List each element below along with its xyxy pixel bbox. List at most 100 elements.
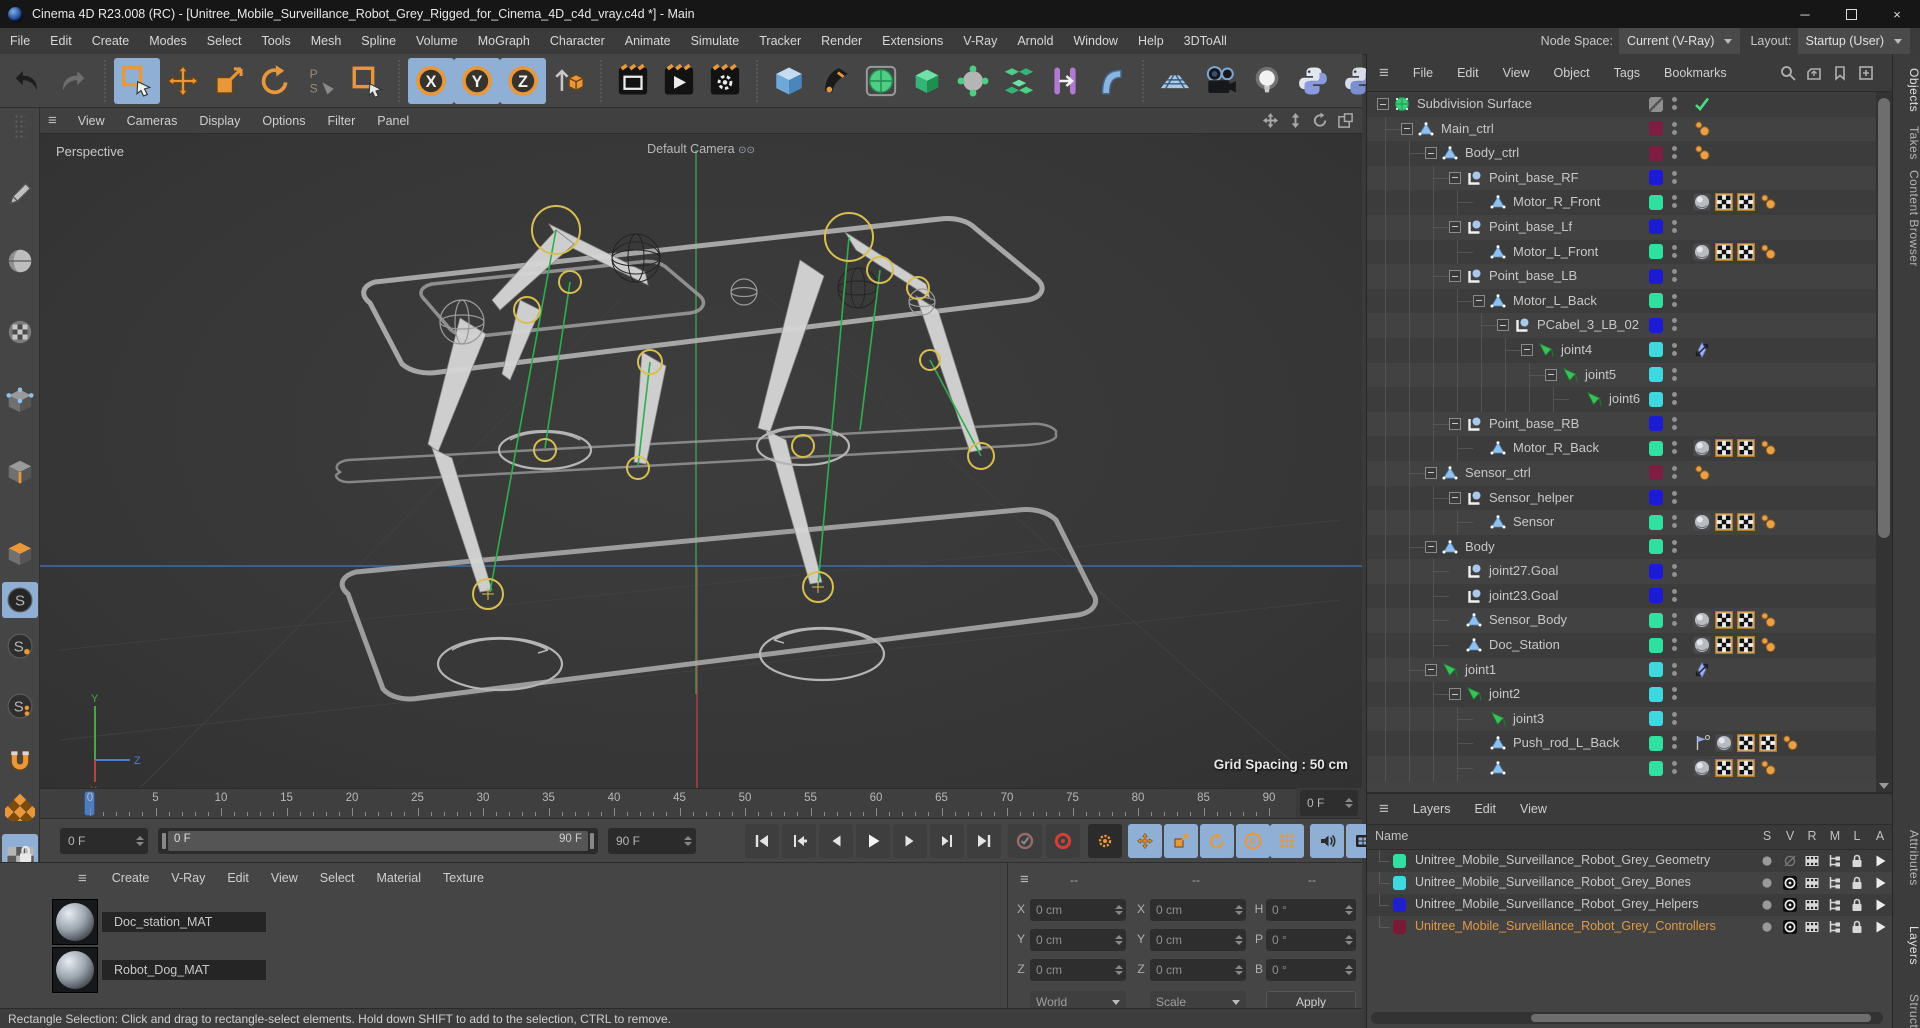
object-name[interactable]: Motor_R_Back	[1513, 440, 1599, 455]
coords-dropdown-2[interactable]: --	[1308, 873, 1316, 887]
layer-color-swatch[interactable]	[1649, 342, 1663, 358]
chk-tag-icon[interactable]	[1737, 759, 1755, 782]
object-name[interactable]: Body	[1465, 539, 1495, 554]
visibility-dots[interactable]	[1672, 416, 1677, 433]
layer-name[interactable]: Unitree_Mobile_Surveillance_Robot_Grey_C…	[1415, 919, 1716, 933]
visibility-dots[interactable]	[1672, 465, 1677, 482]
manager-icon[interactable]	[1827, 875, 1843, 891]
expand-icon[interactable]	[1377, 98, 1389, 110]
model-mode-button[interactable]	[2, 243, 38, 279]
menu-animate[interactable]: Animate	[615, 28, 681, 54]
flag-tag-icon[interactable]	[1693, 734, 1711, 757]
expand-icon[interactable]	[1425, 466, 1437, 479]
object-name[interactable]: joint23.Goal	[1489, 588, 1558, 603]
array-button[interactable]	[996, 58, 1042, 104]
layer-color-swatch[interactable]	[1649, 194, 1663, 210]
layer-color-swatch[interactable]	[1649, 416, 1663, 432]
live-selection-button[interactable]	[114, 57, 160, 104]
record-check-button[interactable]	[1008, 824, 1042, 858]
x-axis-button[interactable]: X	[408, 57, 454, 104]
object-name[interactable]: Doc_Station	[1489, 637, 1560, 652]
material-thumbnail[interactable]	[52, 899, 98, 945]
xpresso-tag-icon[interactable]	[1759, 611, 1777, 634]
expand-icon[interactable]	[1425, 147, 1437, 160]
manager-icon[interactable]	[1827, 853, 1843, 869]
visibility-dots[interactable]	[1672, 613, 1677, 629]
parent-up-icon[interactable]	[1806, 65, 1822, 81]
tex-tag-icon[interactable]	[1693, 439, 1711, 462]
coords-burger-icon[interactable]: ≡	[1020, 871, 1029, 888]
object-row[interactable]: Motor_R_Front	[1367, 190, 1877, 215]
view-toggle-icon[interactable]	[1337, 112, 1354, 129]
quantize-button[interactable]	[2, 788, 38, 824]
layer-swatch[interactable]	[1393, 854, 1406, 868]
material-name[interactable]: Doc_station_MAT	[102, 912, 266, 932]
chk-tag-icon[interactable]	[1715, 636, 1733, 659]
chk-tag-icon[interactable]	[1715, 513, 1733, 536]
layer-color-swatch[interactable]	[1649, 317, 1663, 333]
layers-menu-view[interactable]: View	[1508, 802, 1559, 816]
tex-tag-icon[interactable]	[1715, 734, 1733, 757]
expand-icon[interactable]	[1449, 220, 1461, 233]
panel-tab-layers[interactable]: Layers	[1893, 926, 1920, 965]
lock-icon[interactable]	[1849, 853, 1865, 869]
object-row[interactable]: joint4	[1367, 337, 1877, 363]
object-name[interactable]: Sensor_helper	[1489, 490, 1574, 505]
object-name[interactable]: Subdivision Surface	[1417, 96, 1532, 111]
layer-color-swatch[interactable]	[1649, 391, 1663, 407]
viewport-menu-display[interactable]: Display	[188, 114, 251, 128]
timeline-ruler[interactable]: 0 5 10 15 20 25 30 35 40 45 50 55 60 65 70 75 80 85 90	[40, 788, 1296, 818]
object-row[interactable]: Sensor_helper	[1367, 485, 1877, 511]
layer-color-swatch[interactable]	[1649, 219, 1663, 235]
key-parameter-button[interactable]: P	[1236, 824, 1270, 858]
object-row[interactable]: Motor_L_Front	[1367, 239, 1877, 266]
layer-name[interactable]: Unitree_Mobile_Surveillance_Robot_Grey_H…	[1415, 897, 1698, 911]
solo-ring-button[interactable]	[1046, 824, 1080, 858]
add-cube-button[interactable]	[766, 58, 812, 104]
last-tool-button[interactable]: PS	[298, 58, 344, 104]
xpresso-tag-icon[interactable]	[1759, 243, 1777, 266]
object-row[interactable]: joint6	[1367, 387, 1877, 412]
end-frame-field[interactable]: 90 F	[608, 828, 696, 854]
visibility-dots[interactable]	[1672, 293, 1677, 310]
object-row[interactable]: Sensor_ctrl	[1367, 460, 1877, 486]
object-row[interactable]: Body_ctrl	[1367, 141, 1877, 166]
render-icon[interactable]	[1804, 919, 1820, 935]
position-x-field[interactable]: 0 cm	[1030, 899, 1126, 921]
visibility-icon[interactable]	[1782, 897, 1798, 913]
chk-tag-icon[interactable]	[1715, 242, 1733, 266]
object-row[interactable]: Subdivision Surface	[1367, 92, 1877, 117]
instance-button[interactable]	[904, 58, 950, 104]
object-row[interactable]: Motor_L_Back	[1367, 288, 1877, 314]
object-row[interactable]: Push_rod_L_Back	[1367, 731, 1877, 757]
solo-icon[interactable]	[1759, 919, 1775, 935]
goto-prev-key-button[interactable]	[782, 824, 816, 858]
tex-tag-icon[interactable]	[1693, 243, 1711, 266]
object-name[interactable]: PCabel_3_LB_02	[1537, 317, 1639, 332]
layer-color-swatch[interactable]	[1649, 514, 1663, 530]
om-menu-view[interactable]: View	[1491, 66, 1542, 80]
range-grip-right[interactable]	[590, 833, 594, 849]
solo-single-button[interactable]: S	[2, 628, 38, 664]
goto-end-button[interactable]	[967, 824, 1001, 858]
menu-mesh[interactable]: Mesh	[301, 28, 352, 54]
current-frame-field[interactable]: 0 F	[60, 828, 148, 854]
move-button[interactable]	[160, 58, 206, 104]
layout-dropdown[interactable]: Startup (User)	[1797, 28, 1910, 54]
xpresso-tag-icon[interactable]	[1693, 120, 1711, 143]
layers-scrollbar-thumb[interactable]	[1531, 1014, 1871, 1022]
object-name[interactable]: Point_base_Lf	[1489, 219, 1572, 234]
layer-color-swatch[interactable]	[1649, 686, 1663, 702]
polygon-mode-button[interactable]	[2, 536, 38, 572]
material-menu-v-ray[interactable]: V-Ray	[160, 871, 216, 885]
expand-icon[interactable]	[1449, 171, 1461, 184]
menu-simulate[interactable]: Simulate	[681, 28, 750, 54]
expand-icon[interactable]	[1449, 417, 1461, 430]
viewport-menu-panel[interactable]: Panel	[366, 114, 420, 128]
animation-icon[interactable]	[1872, 875, 1888, 891]
object-row[interactable]: joint3	[1367, 706, 1877, 732]
ik-tag-icon[interactable]	[1693, 661, 1711, 684]
menu-modes[interactable]: Modes	[139, 28, 197, 54]
visibility-dots[interactable]	[1672, 638, 1677, 654]
material-item[interactable]: Doc_station_MAT	[52, 899, 266, 945]
